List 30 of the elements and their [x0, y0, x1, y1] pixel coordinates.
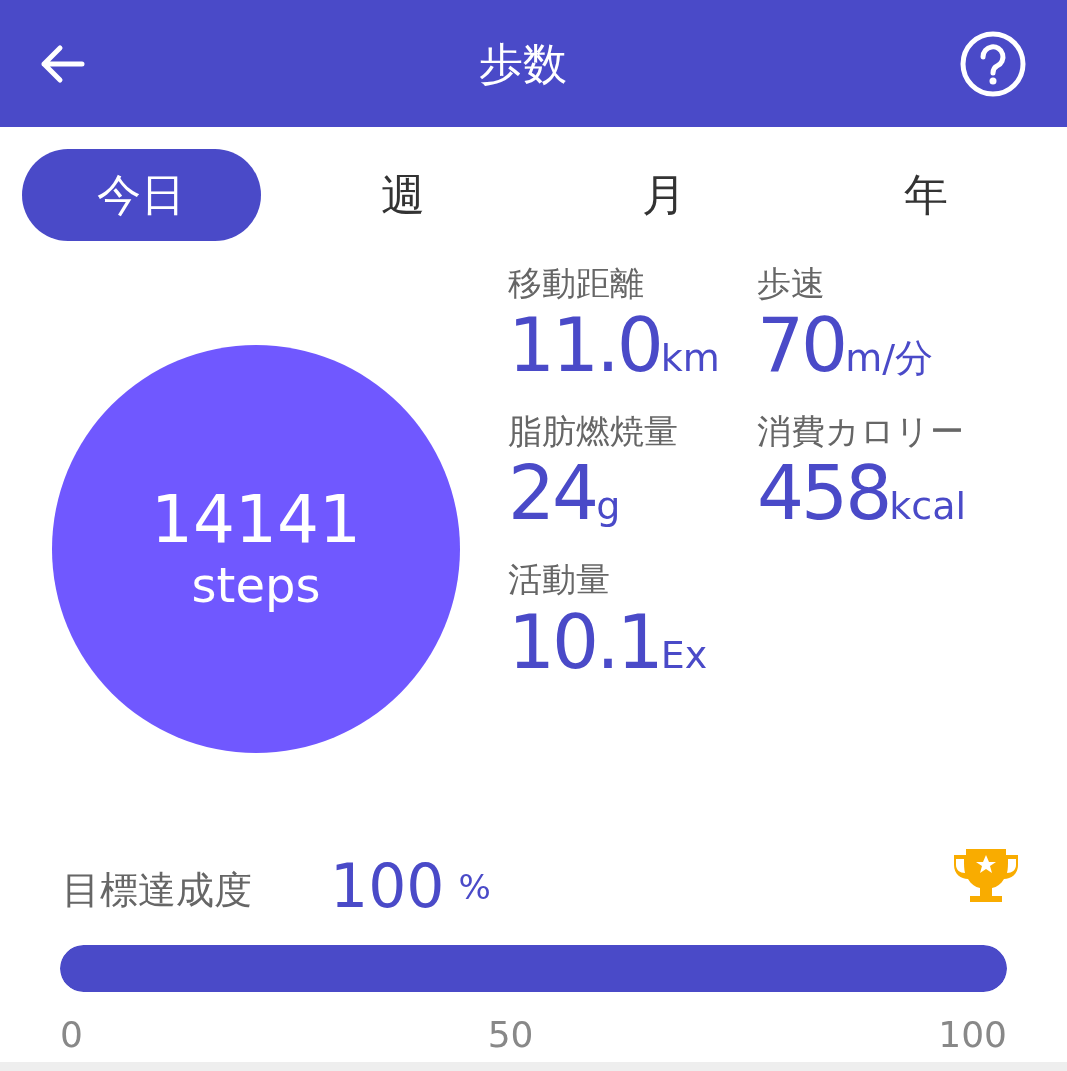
back-icon[interactable]: [40, 43, 86, 84]
stat-unit: kcal: [889, 483, 966, 531]
stat-unit: g: [596, 483, 621, 531]
help-icon[interactable]: [959, 29, 1027, 98]
step-count: 14141: [151, 483, 361, 557]
goal-unit: %: [458, 866, 491, 910]
period-tab[interactable]: 週: [283, 149, 522, 241]
period-tab[interactable]: 年: [806, 149, 1045, 241]
stat-value: 24: [508, 453, 597, 535]
stat-value: 458: [757, 453, 890, 535]
goal-value: 100: [330, 853, 445, 920]
step-unit: steps: [191, 556, 321, 615]
period-tab[interactable]: 月: [545, 149, 784, 241]
goal-label: 目標達成度: [62, 867, 253, 915]
stat-label: 移動距離: [508, 262, 645, 305]
period-tab[interactable]: 今日: [22, 149, 261, 241]
stat-unit: m/分: [845, 335, 933, 383]
stat-label: 消費カロリー: [757, 410, 965, 454]
scale-label: 100: [938, 1013, 1007, 1057]
stat-value: 11.0: [508, 305, 661, 387]
stat-unit: km: [660, 335, 720, 383]
stat-value: 70: [757, 305, 846, 387]
stat-label: 活動量: [508, 558, 611, 602]
stat-unit: Ex: [660, 631, 708, 679]
scale-label: 50: [487, 1013, 534, 1057]
screen-title: 歩数: [478, 36, 567, 91]
stat-label: 脂肪燃焼量: [508, 410, 679, 454]
scale-label: 0: [60, 1013, 83, 1057]
stat-label: 歩速: [757, 262, 826, 305]
stat-value: 10.1: [508, 601, 661, 683]
